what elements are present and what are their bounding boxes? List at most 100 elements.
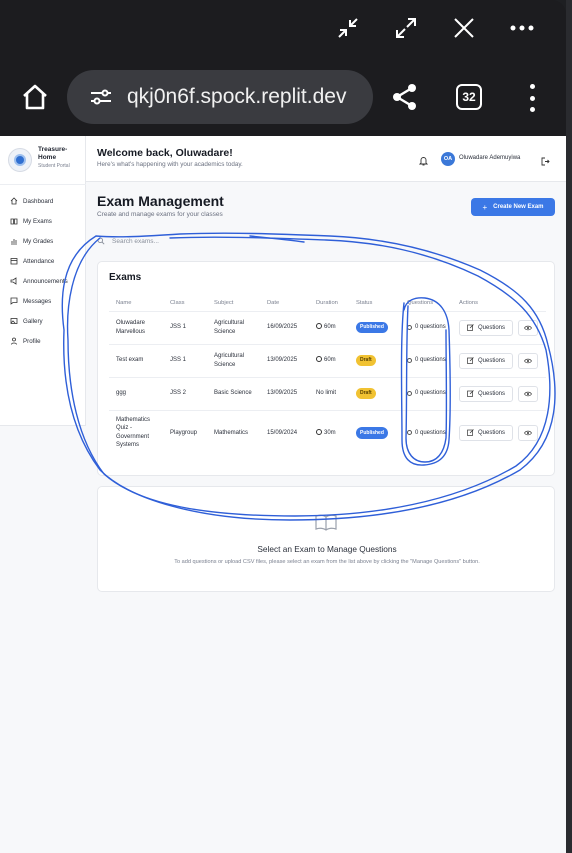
sidebar-item-label: Profile <box>23 337 41 345</box>
sidebar-item-label: My Exams <box>23 217 52 225</box>
column-header[interactable]: Subject <box>207 295 260 312</box>
chart-icon <box>10 237 18 245</box>
empty-state-title: Select an Exam to Manage Questions <box>257 544 397 554</box>
view-exam-button[interactable] <box>518 319 538 336</box>
exam-class: JSS 1 <box>163 344 207 378</box>
calendar-icon <box>10 257 18 265</box>
close-icon[interactable] <box>448 12 480 44</box>
more-icon[interactable] <box>506 12 538 44</box>
exam-status: Draft <box>349 377 400 411</box>
expand-icon[interactable] <box>390 12 422 44</box>
sidebar-item-my-exams[interactable]: My Exams <box>10 214 84 228</box>
column-header[interactable]: Questions <box>400 295 452 312</box>
sidebar-item-my-grades[interactable]: My Grades <box>10 234 84 248</box>
table-row[interactable]: Mathematics Quiz - Government Systems Pl… <box>109 410 546 455</box>
sidebar-item-label: Gallery <box>23 317 43 325</box>
web-page: Treasure-Home Student Portal Dashboard M… <box>0 136 566 853</box>
book-icon <box>10 217 18 225</box>
table-header-row: Name Class Subject Date Duration Status … <box>109 295 546 312</box>
edit-icon <box>467 390 474 397</box>
home-icon[interactable] <box>18 80 52 114</box>
exam-status: Published <box>349 311 400 345</box>
exam-duration: 60m <box>309 311 349 345</box>
column-header[interactable]: Duration <box>309 295 349 312</box>
exam-subject: Agricultural Science <box>207 311 260 345</box>
megaphone-icon <box>10 277 18 285</box>
view-exam-button[interactable] <box>518 352 538 369</box>
exam-name: ggg <box>109 377 163 411</box>
sidebar-item-gallery[interactable]: Gallery <box>10 314 84 328</box>
sidebar-item-messages[interactable]: Messages <box>10 294 84 308</box>
column-header[interactable]: Name <box>109 295 163 312</box>
page-subtitle: Create and manage exams for your classes <box>97 211 223 218</box>
avatar[interactable]: OA <box>441 152 455 166</box>
tab-count: 32 <box>462 90 476 104</box>
share-icon[interactable] <box>390 82 420 112</box>
welcome-title: Welcome back, Oluwadare! <box>97 147 233 159</box>
edit-icon <box>467 357 474 364</box>
empty-state-description: To add questions or upload CSV files, pl… <box>174 559 480 565</box>
search-bar <box>97 234 297 248</box>
create-exam-button[interactable]: + Create New Exam <box>471 198 555 216</box>
exam-duration: 60m <box>309 344 349 378</box>
sidebar-item-attendance[interactable]: Attendance <box>10 254 84 268</box>
column-header[interactable]: Date <box>260 295 309 312</box>
sidebar-item-announcements[interactable]: Announcements <box>10 274 84 288</box>
site-settings-icon[interactable] <box>87 85 115 109</box>
browser-window: qkj0n6f.spock.replit.dev 32 Treasure-Hom… <box>0 0 572 853</box>
main-content: Exam Management Create and manage exams … <box>86 182 566 853</box>
table-row[interactable]: Oluwadare Marvellous JSS 1 Agricultural … <box>109 311 546 345</box>
tab-count-button[interactable]: 32 <box>456 84 482 110</box>
sidebar-item-label: Announcements <box>23 277 68 285</box>
column-header[interactable]: Class <box>163 295 207 312</box>
manage-questions-button[interactable]: Questions <box>459 424 513 441</box>
view-exam-button[interactable] <box>518 385 538 402</box>
user-name[interactable]: Oluwadare Ademuyiwa <box>459 155 520 161</box>
exam-subject: Basic Science <box>207 377 260 411</box>
question-icon <box>407 358 412 363</box>
browser-toolbar: qkj0n6f.spock.replit.dev 32 <box>0 0 566 136</box>
column-header: Actions <box>452 295 546 312</box>
exams-title: Exams <box>109 272 142 283</box>
sidebar-item-profile[interactable]: Profile <box>10 334 84 348</box>
exam-duration: 30m <box>309 410 349 455</box>
sidebar: Treasure-Home Student Portal Dashboard M… <box>0 136 86 426</box>
exam-date: 15/09/2024 <box>267 429 298 436</box>
manage-questions-button[interactable]: Questions <box>459 352 513 369</box>
exam-questions: 0 questions <box>400 410 452 455</box>
exam-date: 13/09/2025 <box>260 377 309 411</box>
minimize-icon[interactable] <box>332 12 364 44</box>
eye-icon <box>524 430 532 435</box>
view-exam-button[interactable] <box>518 424 538 441</box>
table-row[interactable]: ggg JSS 2 Basic Science 13/09/2025 No li… <box>109 377 546 411</box>
clock-icon <box>316 356 322 363</box>
address-bar[interactable]: qkj0n6f.spock.replit.dev <box>67 70 373 124</box>
exam-duration: No limit <box>309 377 349 411</box>
sidebar-item-dashboard[interactable]: Dashboard <box>10 194 84 208</box>
exam-name: Oluwadare Marvellous <box>109 311 163 345</box>
edit-icon <box>467 429 474 437</box>
table-row[interactable]: Test exam JSS 1 Agricultural Science 13/… <box>109 344 546 378</box>
status-badge: Draft <box>356 354 376 367</box>
exam-status: Draft <box>349 344 400 378</box>
manage-questions-button[interactable]: Questions <box>459 385 513 402</box>
bell-icon[interactable] <box>418 153 429 166</box>
exam-class: JSS 1 <box>163 311 207 345</box>
browser-menu-icon[interactable] <box>522 84 542 112</box>
exam-date: 16/09/2025 <box>260 311 309 345</box>
clock-icon <box>316 428 322 435</box>
logout-icon[interactable] <box>541 153 550 166</box>
manage-questions-button[interactable]: Questions <box>459 319 513 336</box>
exam-questions: 0 questions <box>400 344 452 378</box>
book-icon <box>315 514 337 532</box>
edit-icon <box>467 324 474 331</box>
search-input[interactable] <box>112 237 282 245</box>
eye-icon <box>524 325 532 330</box>
exam-questions: 0 questions <box>400 377 452 411</box>
exam-name: Mathematics Quiz - Government Systems <box>116 416 151 449</box>
url-text[interactable]: qkj0n6f.spock.replit.dev <box>127 85 346 109</box>
exams-card: Exams Name Class Subject Date Duration S… <box>97 261 555 476</box>
sidebar-item-label: Attendance <box>23 257 55 265</box>
exam-actions: Questions <box>452 344 546 378</box>
column-header[interactable]: Status <box>349 295 400 312</box>
